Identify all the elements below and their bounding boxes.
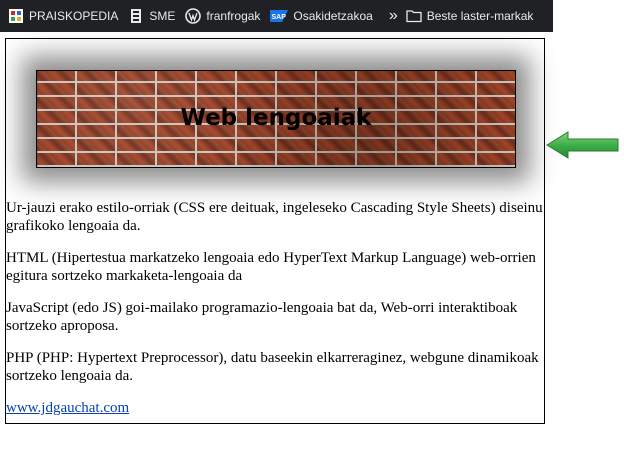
banner-title: Web lengoaiak bbox=[180, 105, 372, 131]
paragraph-php: PHP (PHP: Hypertext Preprocessor), datu … bbox=[6, 350, 539, 384]
praiskopedia-icon bbox=[8, 8, 24, 24]
bookmark-label: Osakidetzakoa bbox=[293, 9, 373, 23]
bookmarks-overflow-button[interactable]: » bbox=[389, 7, 398, 25]
bookmark-praiskopedia[interactable]: PRAISKOPEDIA bbox=[4, 4, 124, 28]
bookmark-label: PRAISKOPEDIA bbox=[29, 9, 119, 23]
jdgauchat-link[interactable]: www.jdgauchat.com bbox=[6, 400, 129, 416]
bookmarks-bar: PRAISKOPEDIA SME franfrogak SAP Osakidet… bbox=[0, 0, 553, 32]
other-bookmarks-folder[interactable]: Beste laster-markak bbox=[402, 4, 540, 28]
bookmark-franfrogak[interactable]: franfrogak bbox=[181, 4, 266, 28]
bookmark-label: franfrogak bbox=[206, 9, 261, 23]
wordpress-icon bbox=[185, 8, 202, 24]
page-content-frame: Web lengoaiak Ur-jauzi erako estilo-orri… bbox=[5, 38, 545, 424]
folder-icon bbox=[406, 8, 422, 24]
bookmark-osakidetzakoa[interactable]: SAP Osakidetzakoa bbox=[266, 4, 378, 28]
banner-brick-wall: Web lengoaiak bbox=[36, 70, 516, 168]
main-content: Ur-jauzi erako estilo-orriak (CSS ere de… bbox=[6, 199, 544, 431]
sap-icon: SAP bbox=[270, 8, 289, 24]
paragraph-html: HTML (Hipertestua markatzeko lengoaia ed… bbox=[6, 250, 536, 284]
svg-text:SAP: SAP bbox=[272, 14, 287, 21]
paragraph-javascript: JavaScript (edo JS) goi-mailako programa… bbox=[6, 300, 518, 334]
sme-icon bbox=[128, 8, 144, 24]
paragraph-css: Ur-jauzi erako estilo-orriak (CSS ere de… bbox=[6, 200, 543, 234]
bookmark-label: SME bbox=[149, 9, 176, 23]
left-arrow-icon[interactable] bbox=[546, 130, 620, 160]
bookmark-sme[interactable]: SME bbox=[124, 4, 181, 28]
other-bookmarks-label: Beste laster-markak bbox=[426, 9, 534, 23]
